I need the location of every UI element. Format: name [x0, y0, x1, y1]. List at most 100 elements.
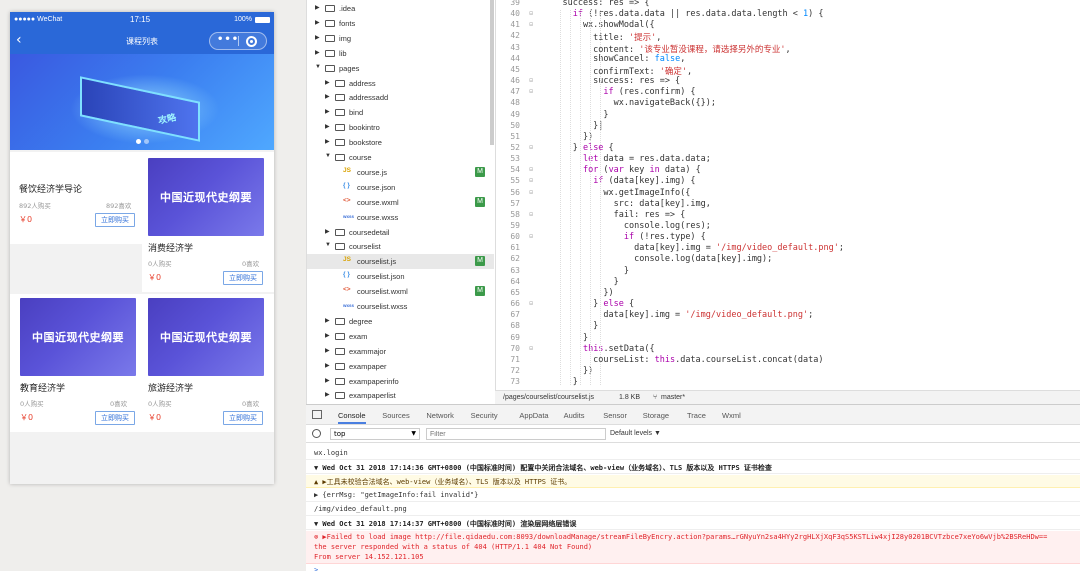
chevron-down-icon[interactable]: ▼ — [325, 153, 331, 159]
git-branch[interactable]: master* — [661, 394, 685, 401]
course-card[interactable]: 中国近现代史纲要 消费经济学 0人购买 0喜欢 ￥0 立即购买 — [142, 152, 274, 292]
code-line[interactable]: } — [542, 333, 588, 343]
chevron-right-icon[interactable]: ▶ — [325, 362, 330, 369]
tree-folder[interactable]: ▼ pages — [307, 61, 494, 76]
tree-folder[interactable]: ▶ .idea — [307, 1, 494, 16]
tree-file[interactable]: wxss course.wxss — [307, 210, 494, 225]
tree-folder[interactable]: ▶ exammajor — [307, 344, 494, 359]
tree-folder[interactable]: ▶ fonts — [307, 16, 494, 31]
tree-folder[interactable]: ▶ bookstore — [307, 135, 494, 150]
code-line[interactable]: success: res => { — [542, 76, 680, 86]
chevron-right-icon[interactable]: ▶ — [325, 377, 330, 384]
tree-folder[interactable]: ▶ exampaperinfo — [307, 374, 494, 389]
code-line[interactable]: for (var key in data) { — [542, 165, 701, 175]
tab-sources[interactable]: Sources — [382, 411, 410, 420]
console-entry[interactable]: ▼ Wed Oct 31 2018 17:14:37 GMT+0800 (中国标… — [306, 517, 1080, 530]
tab-security[interactable]: Security — [471, 411, 498, 420]
code-line[interactable]: if (res.confirm) { — [542, 87, 695, 97]
fold-toggle-icon[interactable]: ⊟ — [529, 77, 533, 84]
code-line[interactable]: wx.getImageInfo({ — [542, 188, 690, 198]
code-line[interactable]: console.log(data[key].img); — [542, 254, 772, 264]
chevron-right-icon[interactable]: ▶ — [325, 93, 330, 100]
tab-network[interactable]: Network — [426, 411, 454, 420]
tree-file[interactable]: { } courselist.json — [307, 269, 494, 284]
console-entry[interactable]: ⊗ ▶Failed to load image http://file.qida… — [306, 531, 1080, 564]
clear-console-icon[interactable] — [312, 429, 321, 438]
tree-file[interactable]: wxss courselist.wxss — [307, 299, 494, 314]
tree-folder[interactable]: ▶ address — [307, 76, 494, 91]
tree-folder[interactable]: ▶ degree — [307, 314, 494, 329]
banner-dot-active[interactable] — [136, 139, 141, 144]
fold-toggle-icon[interactable]: ⊟ — [529, 144, 533, 151]
tree-folder[interactable]: ▶ exam — [307, 329, 494, 344]
code-line[interactable]: if (data[key].img) { — [542, 176, 695, 186]
chevron-right-icon[interactable]: ▶ — [325, 79, 330, 86]
chevron-right-icon[interactable]: ▶ — [325, 317, 330, 324]
tree-folder[interactable]: ▶ exampaperlist — [307, 388, 494, 403]
code-line[interactable]: this.setData({ — [542, 344, 655, 354]
tree-folder[interactable]: ▶ coursedetail — [307, 225, 494, 240]
tree-file[interactable]: JS course.js M — [307, 165, 494, 180]
tree-file[interactable]: <> courselist.wxml M — [307, 284, 494, 299]
code-line[interactable]: src: data[key].img, — [542, 199, 711, 209]
fold-toggle-icon[interactable]: ⊟ — [529, 345, 533, 352]
chevron-right-icon[interactable]: ▶ — [315, 34, 320, 41]
code-line[interactable]: } else { — [542, 143, 614, 153]
fold-toggle-icon[interactable]: ⊟ — [529, 189, 533, 196]
console-entry[interactable]: ▼ Wed Oct 31 2018 17:14:36 GMT+0800 (中国标… — [306, 461, 1080, 474]
code-line[interactable]: } — [542, 110, 608, 120]
fold-toggle-icon[interactable]: ⊟ — [529, 88, 533, 95]
console-prompt[interactable]: > — [306, 566, 1080, 571]
code-line[interactable]: fail: res => { — [542, 210, 686, 220]
tree-file[interactable]: JS courselist.js M — [307, 254, 494, 270]
chevron-right-icon[interactable]: ▶ — [315, 49, 320, 56]
target-icon[interactable] — [246, 36, 257, 47]
tab-sensor[interactable]: Sensor — [603, 411, 627, 420]
tree-folder[interactable]: ▼ course — [307, 150, 494, 165]
console-entry[interactable]: ▲ ▶工具未校验合法域名、web-view（业务域名）、TLS 版本以及 HTT… — [306, 475, 1080, 488]
tree-folder[interactable]: ▶ img — [307, 31, 494, 46]
tree-folder[interactable]: ▶ exampaper — [307, 359, 494, 374]
tree-file[interactable]: <> course.wxml M — [307, 195, 494, 210]
chevron-right-icon[interactable]: ▶ — [325, 138, 330, 145]
code-line[interactable]: }) — [542, 132, 593, 142]
code-line[interactable]: data[key].img = '/img/video_default.png'… — [542, 310, 813, 320]
tree-folder[interactable]: ▼ courselist — [307, 239, 494, 254]
tree-folder[interactable]: ▶ lib — [307, 46, 494, 61]
tab-appdata[interactable]: AppData — [519, 411, 548, 420]
fold-toggle-icon[interactable]: ⊟ — [529, 177, 533, 184]
code-line[interactable]: if (!res.type) { — [542, 232, 706, 242]
code-line[interactable]: showCancel: false, — [542, 54, 685, 64]
code-line[interactable]: if (!res.data.data || res.data.data.leng… — [542, 9, 824, 19]
course-card[interactable]: 中国近现代史纲要 教育经济学 0人购买 0喜欢 ￥0 立即购买 — [10, 294, 142, 432]
chevron-right-icon[interactable]: ▶ — [325, 108, 330, 115]
code-line[interactable]: }| — [542, 121, 603, 131]
tree-folder[interactable]: ▶ addressadd — [307, 90, 494, 105]
chevron-down-icon[interactable]: ▼ — [315, 64, 321, 70]
code-line[interactable]: }) — [542, 366, 593, 376]
tree-scrollbar[interactable] — [490, 0, 494, 145]
chevron-right-icon[interactable]: ▶ — [325, 391, 330, 398]
code-line[interactable]: } else { — [542, 299, 634, 309]
course-card[interactable]: 餐饮经济学导论 892人购买 892喜欢 ￥0 立即购买 — [10, 152, 142, 244]
code-editor[interactable]: 39 40 ⊟ 41 ⊟ 42 43 44 45 46 ⊟ 47 ⊟ 48 49 50 51 52 ⊟ 53 54 ⊟ 55… — [495, 0, 1080, 390]
fold-toggle-icon[interactable]: ⊟ — [529, 233, 533, 240]
code-line[interactable]: data[key].img = '/img/video_default.png'… — [542, 243, 844, 253]
tab-trace[interactable]: Trace — [687, 411, 706, 420]
chevron-right-icon[interactable]: ▶ — [315, 19, 320, 26]
tree-folder[interactable]: ▶ bind — [307, 105, 494, 120]
tab-storage[interactable]: Storage — [643, 411, 669, 420]
log-levels-select[interactable]: Default levels ▼ — [610, 430, 661, 437]
code-line[interactable]: wx.navigateBack({}); — [542, 98, 716, 108]
chevron-down-icon[interactable]: ▼ — [325, 242, 331, 248]
code-line[interactable]: console.log(res); — [542, 221, 711, 231]
buy-button[interactable]: 立即购买 — [95, 213, 135, 227]
fold-toggle-icon[interactable]: ⊟ — [529, 21, 533, 28]
fold-toggle-icon[interactable]: ⊟ — [529, 211, 533, 218]
course-card[interactable]: 中国近现代史纲要 旅游经济学 0人购买 0喜欢 ￥0 立即购买 — [142, 294, 274, 432]
chevron-right-icon[interactable]: ▶ — [325, 332, 330, 339]
inspect-icon[interactable] — [312, 410, 322, 419]
tree-file[interactable]: { } course.json — [307, 180, 494, 195]
chevron-right-icon[interactable]: ▶ — [315, 4, 320, 11]
more-dots-icon[interactable]: ••• — [217, 34, 239, 45]
